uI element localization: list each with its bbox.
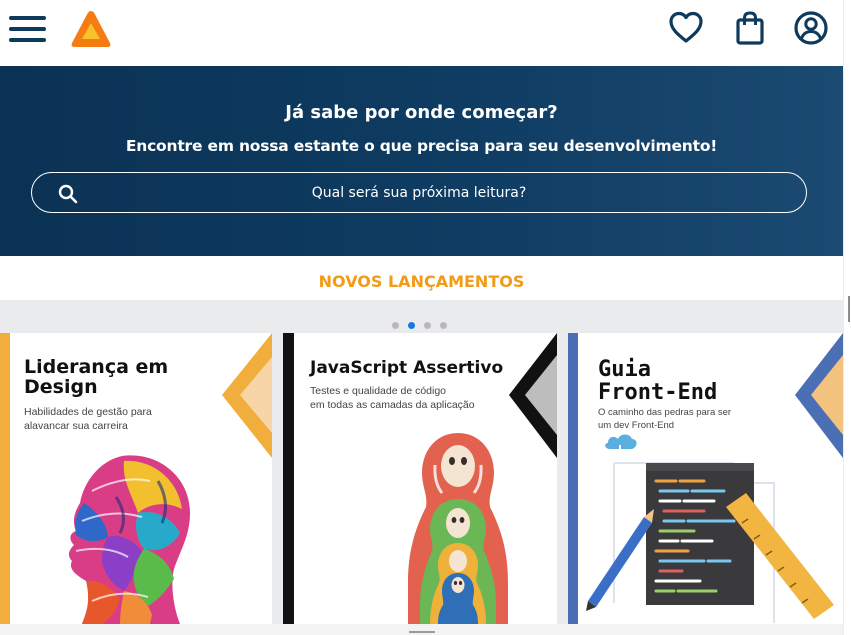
book-subtitle: Habilidades de gestão para alavancar sua … — [24, 406, 152, 433]
carousel-dot[interactable] — [424, 322, 431, 329]
colorful-head-illustration — [68, 455, 190, 624]
carousel-gap — [557, 333, 568, 624]
hero-title: Já sabe por onde começar? — [285, 102, 558, 123]
carousel-dots — [392, 314, 456, 329]
book-title: JavaScript Assertivo — [310, 358, 504, 378]
book-spine-stripe — [283, 333, 294, 624]
book-spine-stripe — [0, 333, 10, 624]
hero-subtitle: Encontre em nossa estante o que precisa … — [125, 137, 718, 155]
section-title: NOVOS LANÇAMENTOS — [318, 272, 525, 291]
carousel-dot[interactable] — [392, 322, 399, 329]
hamburger-menu-icon[interactable] — [9, 16, 46, 42]
carousel-dot[interactable] — [440, 322, 447, 329]
book-title: Guia Front-End — [598, 357, 718, 406]
search-input[interactable]: Qual será sua próxima leitura? — [31, 172, 807, 213]
book-subtitle: Testes e qualidade de código em todas as … — [310, 385, 475, 412]
bottom-handle[interactable] — [409, 631, 435, 633]
book-title: Liderança em Design — [24, 356, 169, 398]
search-placeholder: Qual será sua próxima leitura? — [311, 185, 527, 201]
code-editor-illustration — [586, 434, 834, 623]
book-card-guia-front-end[interactable]: Guia Front-End O caminho das pedras para … — [568, 333, 843, 624]
carousel-dot-active[interactable] — [408, 322, 415, 329]
carousel-gap — [272, 333, 283, 624]
book-subtitle: O caminho das pedras para ser um dev Fron… — [598, 407, 732, 431]
book-card-lideranca-design[interactable]: Liderança em Design Habilidades de gestão… — [0, 333, 272, 624]
chevron-decoration-icon — [222, 333, 272, 458]
scrollbar-thumb[interactable] — [848, 296, 850, 322]
triangle-logo[interactable] — [70, 9, 112, 50]
bottom-bar — [0, 624, 843, 635]
top-header — [0, 0, 843, 66]
matryoshka-dolls-illustration — [408, 433, 508, 624]
heart-icon[interactable] — [668, 10, 704, 46]
shopping-bag-icon[interactable] — [732, 10, 768, 46]
hero-banner: Já sabe por onde começar? Encontre em no… — [0, 66, 843, 256]
user-account-icon[interactable] — [793, 10, 829, 46]
book-card-javascript-assertivo[interactable]: JavaScript Assertivo Testes e qualidade … — [283, 333, 557, 624]
carousel-indicator-bar — [0, 300, 843, 333]
book-spine-stripe — [568, 333, 578, 624]
